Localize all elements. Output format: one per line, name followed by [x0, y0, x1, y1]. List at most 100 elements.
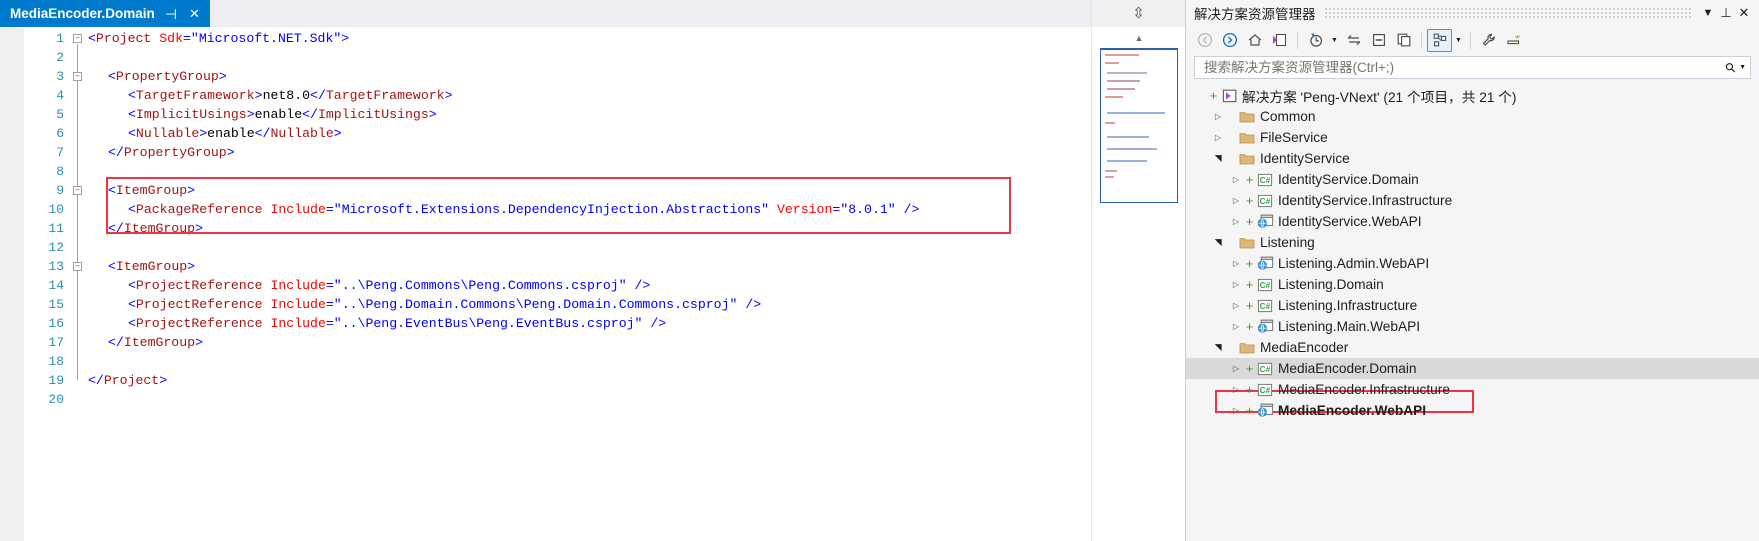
chevron-down-icon[interactable]: ▼ — [1699, 3, 1717, 23]
line-number: 6 — [56, 126, 64, 141]
chevron-right-icon[interactable]: ▷ — [1228, 196, 1244, 205]
code-token: net8.0 — [262, 88, 311, 103]
scroll-up-icon[interactable]: ▲ — [1092, 29, 1186, 46]
sync-icon[interactable] — [1341, 29, 1366, 52]
outlining-toggle[interactable]: – — [73, 72, 82, 81]
home-icon[interactable] — [1242, 29, 1267, 52]
tree-item[interactable]: ▷ + C# Listening.Domain — [1186, 274, 1759, 295]
code-line[interactable] — [88, 48, 1185, 67]
pin-icon[interactable]: ⊥ — [1717, 3, 1735, 23]
tree-item[interactable]: ▷ + Listening.Main.WebAPI — [1186, 316, 1759, 337]
collapse-all-icon[interactable] — [1366, 29, 1391, 52]
code-token: Sdk — [159, 31, 183, 46]
chevron-right-icon[interactable]: ▷ — [1228, 301, 1244, 310]
code-line[interactable]: <PackageReference Include="Microsoft.Ext… — [88, 200, 1185, 219]
code-line[interactable] — [88, 162, 1185, 181]
code-line[interactable]: <ItemGroup> — [88, 181, 1185, 200]
back-icon[interactable] — [1192, 29, 1217, 52]
forward-icon[interactable] — [1217, 29, 1242, 52]
code-line[interactable]: <ItemGroup> — [88, 257, 1185, 276]
chevron-right-icon[interactable]: ▷ — [1228, 175, 1244, 184]
tree-item[interactable]: ▷ FileService — [1186, 127, 1759, 148]
tree-item[interactable]: ◢ MediaEncoder — [1186, 337, 1759, 358]
code-line[interactable] — [88, 352, 1185, 371]
code-token: ProjectReference — [135, 278, 263, 293]
code-line[interactable]: <Project Sdk="Microsoft.NET.Sdk"> — [88, 29, 1185, 48]
split-view-button[interactable]: ⇳ — [1091, 0, 1185, 27]
solution-icon[interactable] — [1267, 29, 1292, 52]
show-all-files-icon[interactable] — [1427, 28, 1452, 52]
properties-icon[interactable] — [1476, 29, 1501, 52]
code-line[interactable] — [88, 390, 1185, 409]
search-box[interactable]: ⚲ ▼ — [1194, 56, 1751, 79]
code-line[interactable]: <ProjectReference Include="..\Peng.Domai… — [88, 295, 1185, 314]
tree-item[interactable]: ▷ + C# IdentityService.Domain — [1186, 169, 1759, 190]
pin-icon[interactable]: ⊣ — [163, 7, 179, 21]
outlining-toggle[interactable]: – — [73, 34, 82, 43]
show-all-files-dropdown-icon[interactable]: ▼ — [1452, 29, 1465, 52]
pending-changes-icon[interactable] — [1303, 29, 1328, 52]
code-line[interactable]: <ProjectReference Include="..\Peng.Commo… — [88, 276, 1185, 295]
line-number: 3 — [56, 69, 64, 84]
code-outlining-margin[interactable]: – – – – — [70, 27, 88, 541]
tree-item[interactable]: ▷ + C# Listening.Infrastructure — [1186, 295, 1759, 316]
code-token: Version — [776, 202, 833, 217]
tree-item[interactable]: ◢ IdentityService — [1186, 148, 1759, 169]
code-text-area[interactable]: <Project Sdk="Microsoft.NET.Sdk"> <Prope… — [88, 27, 1185, 541]
outlining-toggle[interactable]: – — [73, 262, 82, 271]
code-line[interactable]: </PropertyGroup> — [88, 143, 1185, 162]
tree-item-label: FileService — [1260, 130, 1328, 145]
outlining-toggle[interactable]: – — [73, 186, 82, 195]
tree-item[interactable]: ▷ + IdentityService.WebAPI — [1186, 211, 1759, 232]
chevron-right-icon[interactable]: ▷ — [1210, 112, 1226, 121]
chevron-right-icon[interactable]: ▷ — [1228, 259, 1244, 268]
titlebar-drag-dots[interactable] — [1323, 8, 1691, 18]
tree-item[interactable]: ▷ + C# MediaEncoder.Infrastructure — [1186, 379, 1759, 400]
chevron-right-icon[interactable]: ▷ — [1210, 133, 1226, 142]
tree-item[interactable]: ▷ + C# IdentityService.Infrastructure — [1186, 190, 1759, 211]
chevron-right-icon[interactable]: ▷ — [1228, 406, 1244, 415]
code-token: </ — [88, 373, 104, 388]
code-line[interactable]: <PropertyGroup> — [88, 67, 1185, 86]
tree-item[interactable]: ▷ + Listening.Admin.WebAPI — [1186, 253, 1759, 274]
tree-item[interactable]: ◢ Listening — [1186, 232, 1759, 253]
chevron-right-icon[interactable]: ▷ — [1228, 385, 1244, 394]
code-line[interactable] — [88, 238, 1185, 257]
tree-item[interactable]: ▷ + MediaEncoder.WebAPI — [1186, 400, 1759, 421]
chevron-down-icon[interactable]: ◢ — [1213, 151, 1224, 167]
webapi-project-icon — [1255, 319, 1275, 334]
code-line[interactable]: <ImplicitUsings>enable</ImplicitUsings> — [88, 105, 1185, 124]
code-line[interactable]: <Nullable>enable</Nullable> — [88, 124, 1185, 143]
editor-selection-margin[interactable] — [0, 27, 24, 541]
code-line[interactable]: <ProjectReference Include="..\Peng.Event… — [88, 314, 1185, 333]
clock-icon-svg — [1309, 33, 1322, 47]
chevron-right-icon[interactable]: ▷ — [1228, 217, 1244, 226]
chevron-down-icon[interactable]: ◢ — [1213, 235, 1224, 251]
chevron-right-icon[interactable]: ▷ — [1228, 364, 1244, 373]
preview-icon[interactable] — [1501, 29, 1526, 52]
search-input[interactable] — [1202, 59, 1726, 76]
tree-item[interactable]: + 解决方案 'Peng-VNext' (21 个项目，共 21 个) — [1186, 85, 1759, 106]
tree-item-selected[interactable]: ▷ + C# MediaEncoder.Domain — [1186, 358, 1759, 379]
chevron-right-icon[interactable]: ▷ — [1228, 280, 1244, 289]
code-token: </ — [310, 88, 326, 103]
pending-changes-dropdown-icon[interactable]: ▼ — [1328, 29, 1341, 52]
code-token: /> — [642, 316, 667, 331]
editor-tab-mediaencoder-domain[interactable]: MediaEncoder.Domain ⊣ ✕ — [0, 0, 210, 27]
code-line[interactable]: <TargetFramework>net8.0</TargetFramework… — [88, 86, 1185, 105]
chevron-down-icon[interactable]: ◢ — [1213, 340, 1224, 356]
code-line[interactable]: </Project> — [88, 371, 1185, 390]
code-token: > — [246, 107, 255, 122]
new-view-icon[interactable] — [1391, 29, 1416, 52]
chevron-right-icon[interactable]: ▷ — [1228, 322, 1244, 331]
code-line[interactable]: </ItemGroup> — [88, 333, 1185, 352]
preview-icon-svg — [1506, 34, 1520, 45]
close-icon[interactable]: ✕ — [187, 7, 202, 20]
code-token: < — [88, 31, 96, 46]
minimap-line — [1107, 112, 1165, 114]
code-line[interactable]: </ItemGroup> — [88, 219, 1185, 238]
tree-item[interactable]: ▷ Common — [1186, 106, 1759, 127]
code-minimap[interactable] — [1100, 48, 1178, 203]
solution-explorer-toolbar: ▼ ▼ — [1186, 26, 1759, 54]
close-icon[interactable]: ✕ — [1735, 3, 1753, 23]
